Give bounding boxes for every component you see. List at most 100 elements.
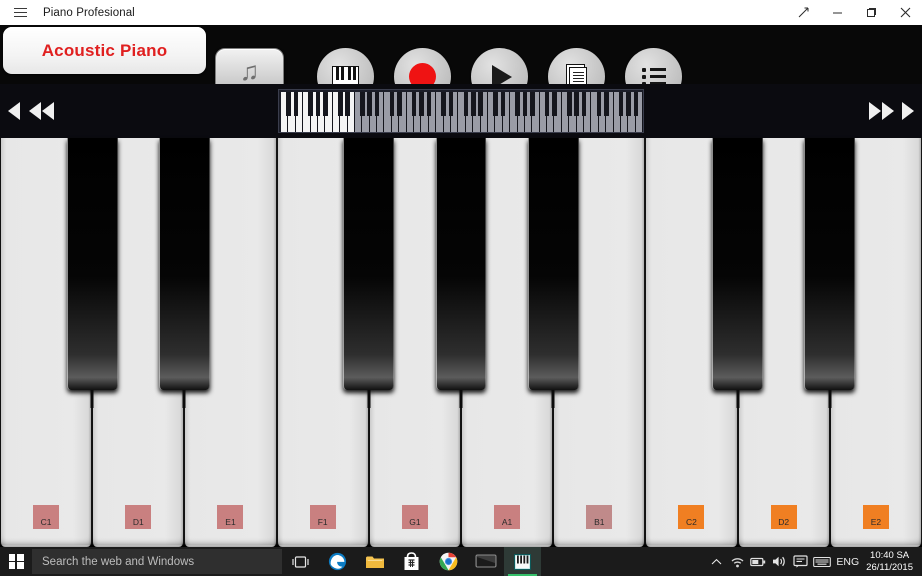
key-label: E2	[862, 505, 889, 529]
folder-icon	[365, 556, 384, 568]
key-label: B1	[586, 505, 613, 529]
overview-white-key	[539, 92, 550, 132]
overview-black-key	[367, 92, 373, 116]
overview-black-key	[626, 92, 631, 116]
overview-black-key	[337, 92, 343, 116]
file-explorer-button[interactable]	[356, 547, 393, 576]
overview-white-key	[384, 92, 395, 132]
network-button[interactable]	[727, 547, 748, 576]
overview-black-key	[544, 92, 550, 116]
overview-black-key	[389, 92, 395, 116]
minimize-icon[interactable]	[820, 0, 854, 25]
edge-button[interactable]	[319, 547, 356, 576]
overview-black-key	[470, 92, 476, 116]
key-label: D2	[770, 505, 797, 529]
overview-black-key	[463, 92, 469, 116]
instrument-selector[interactable]: Acoustic Piano	[3, 27, 206, 74]
overview-black-key	[374, 92, 380, 116]
windows-logo-icon	[8, 554, 24, 569]
jump-right-button[interactable]	[866, 84, 896, 138]
music-note-icon: ♫	[239, 55, 260, 86]
chevron-up-icon	[712, 558, 722, 564]
double-chevron-left-icon	[28, 102, 54, 120]
volume-button[interactable]	[769, 547, 790, 576]
close-icon[interactable]	[888, 0, 922, 25]
search-placeholder: Search the web and Windows	[42, 555, 195, 568]
store-button[interactable]	[393, 547, 430, 576]
key-label: G1	[401, 505, 428, 529]
overview-white-key	[561, 92, 572, 132]
overview-white-key	[487, 92, 498, 132]
overview-black-key	[493, 92, 498, 116]
battery-icon	[750, 557, 766, 566]
volume-icon	[773, 556, 786, 567]
notification-icon	[793, 555, 808, 568]
overview-strip	[0, 84, 922, 138]
hamburger-icon[interactable]	[0, 0, 40, 25]
keyboard-overview[interactable]	[278, 89, 644, 133]
black-key-gs1[interactable]	[435, 138, 487, 390]
overview-black-key	[315, 92, 321, 116]
task-view-button[interactable]	[282, 547, 319, 576]
key-label: F1	[309, 505, 336, 529]
keyboard-button[interactable]	[811, 547, 832, 576]
overview-black-key	[522, 92, 528, 116]
title-bar: Piano Profesional	[0, 0, 922, 25]
key-label: D1	[125, 505, 152, 529]
black-key-cs2[interactable]	[712, 138, 763, 390]
language-indicator[interactable]: ENG	[832, 556, 866, 568]
overview-white-key	[281, 92, 291, 132]
overview-black-key	[293, 92, 299, 116]
black-key-ds1[interactable]	[159, 138, 210, 390]
scroll-right-button[interactable]	[896, 84, 920, 138]
overview-black-key	[286, 92, 291, 116]
clock-time: 10:40 SA	[870, 549, 910, 561]
keyboard-icon	[813, 556, 831, 567]
notifications-button[interactable]	[790, 547, 811, 576]
black-key-ds2[interactable]	[804, 138, 856, 390]
overview-black-key	[397, 92, 402, 116]
piano-app-button[interactable]	[504, 547, 541, 576]
overview-black-key	[426, 92, 432, 116]
clock[interactable]: 10:40 SA 26/11/2015	[866, 550, 918, 574]
search-input[interactable]: Search the web and Windows	[32, 549, 282, 574]
taskbar: Search the web and Windows ENG 10:40 SA …	[0, 547, 922, 576]
chevron-right-icon	[902, 102, 914, 120]
app-body: Acoustic Piano ♫ C1 D1 E1 F1 G1 A1 B1 C2…	[0, 25, 922, 547]
scroll-left-button[interactable]	[2, 84, 26, 138]
black-key-as1[interactable]	[527, 138, 579, 390]
overview-black-key	[419, 92, 424, 116]
list-icon	[641, 67, 666, 86]
window-title: Piano Profesional	[43, 6, 135, 19]
maximize-icon[interactable]	[854, 0, 888, 25]
toolbar: Acoustic Piano ♫	[0, 25, 922, 105]
piano-keyboard[interactable]: C1 D1 E1 F1 G1 A1 B1 C2 D2 E2	[0, 138, 922, 547]
overview-black-key	[478, 92, 483, 116]
black-key-cs1[interactable]	[66, 138, 118, 390]
media-app-button[interactable]	[467, 547, 504, 576]
overview-white-key	[458, 92, 469, 132]
black-key-fs1[interactable]	[343, 138, 395, 390]
jump-left-button[interactable]	[26, 84, 56, 138]
overview-black-key	[552, 92, 557, 116]
overview-white-key	[510, 92, 520, 132]
tray-overflow-button[interactable]	[706, 547, 727, 576]
overview-black-key	[574, 92, 580, 116]
instrument-name: Acoustic Piano	[41, 40, 168, 60]
chrome-button[interactable]	[430, 547, 467, 576]
key-label: E1	[217, 505, 244, 529]
overview-white-key	[332, 92, 343, 132]
overview-white-key	[303, 92, 313, 132]
overview-white-key	[354, 92, 365, 132]
key-label: C2	[678, 505, 705, 529]
start-button[interactable]	[0, 547, 32, 576]
fullscreen-icon[interactable]	[786, 0, 820, 25]
overview-black-key	[345, 92, 350, 116]
battery-button[interactable]	[748, 547, 769, 576]
overview-black-key	[567, 92, 572, 116]
key-label: A1	[494, 505, 521, 529]
overview-black-key	[530, 92, 535, 116]
overview-black-key	[618, 92, 624, 116]
overview-black-key	[411, 92, 417, 116]
double-chevron-right-icon	[868, 102, 894, 120]
